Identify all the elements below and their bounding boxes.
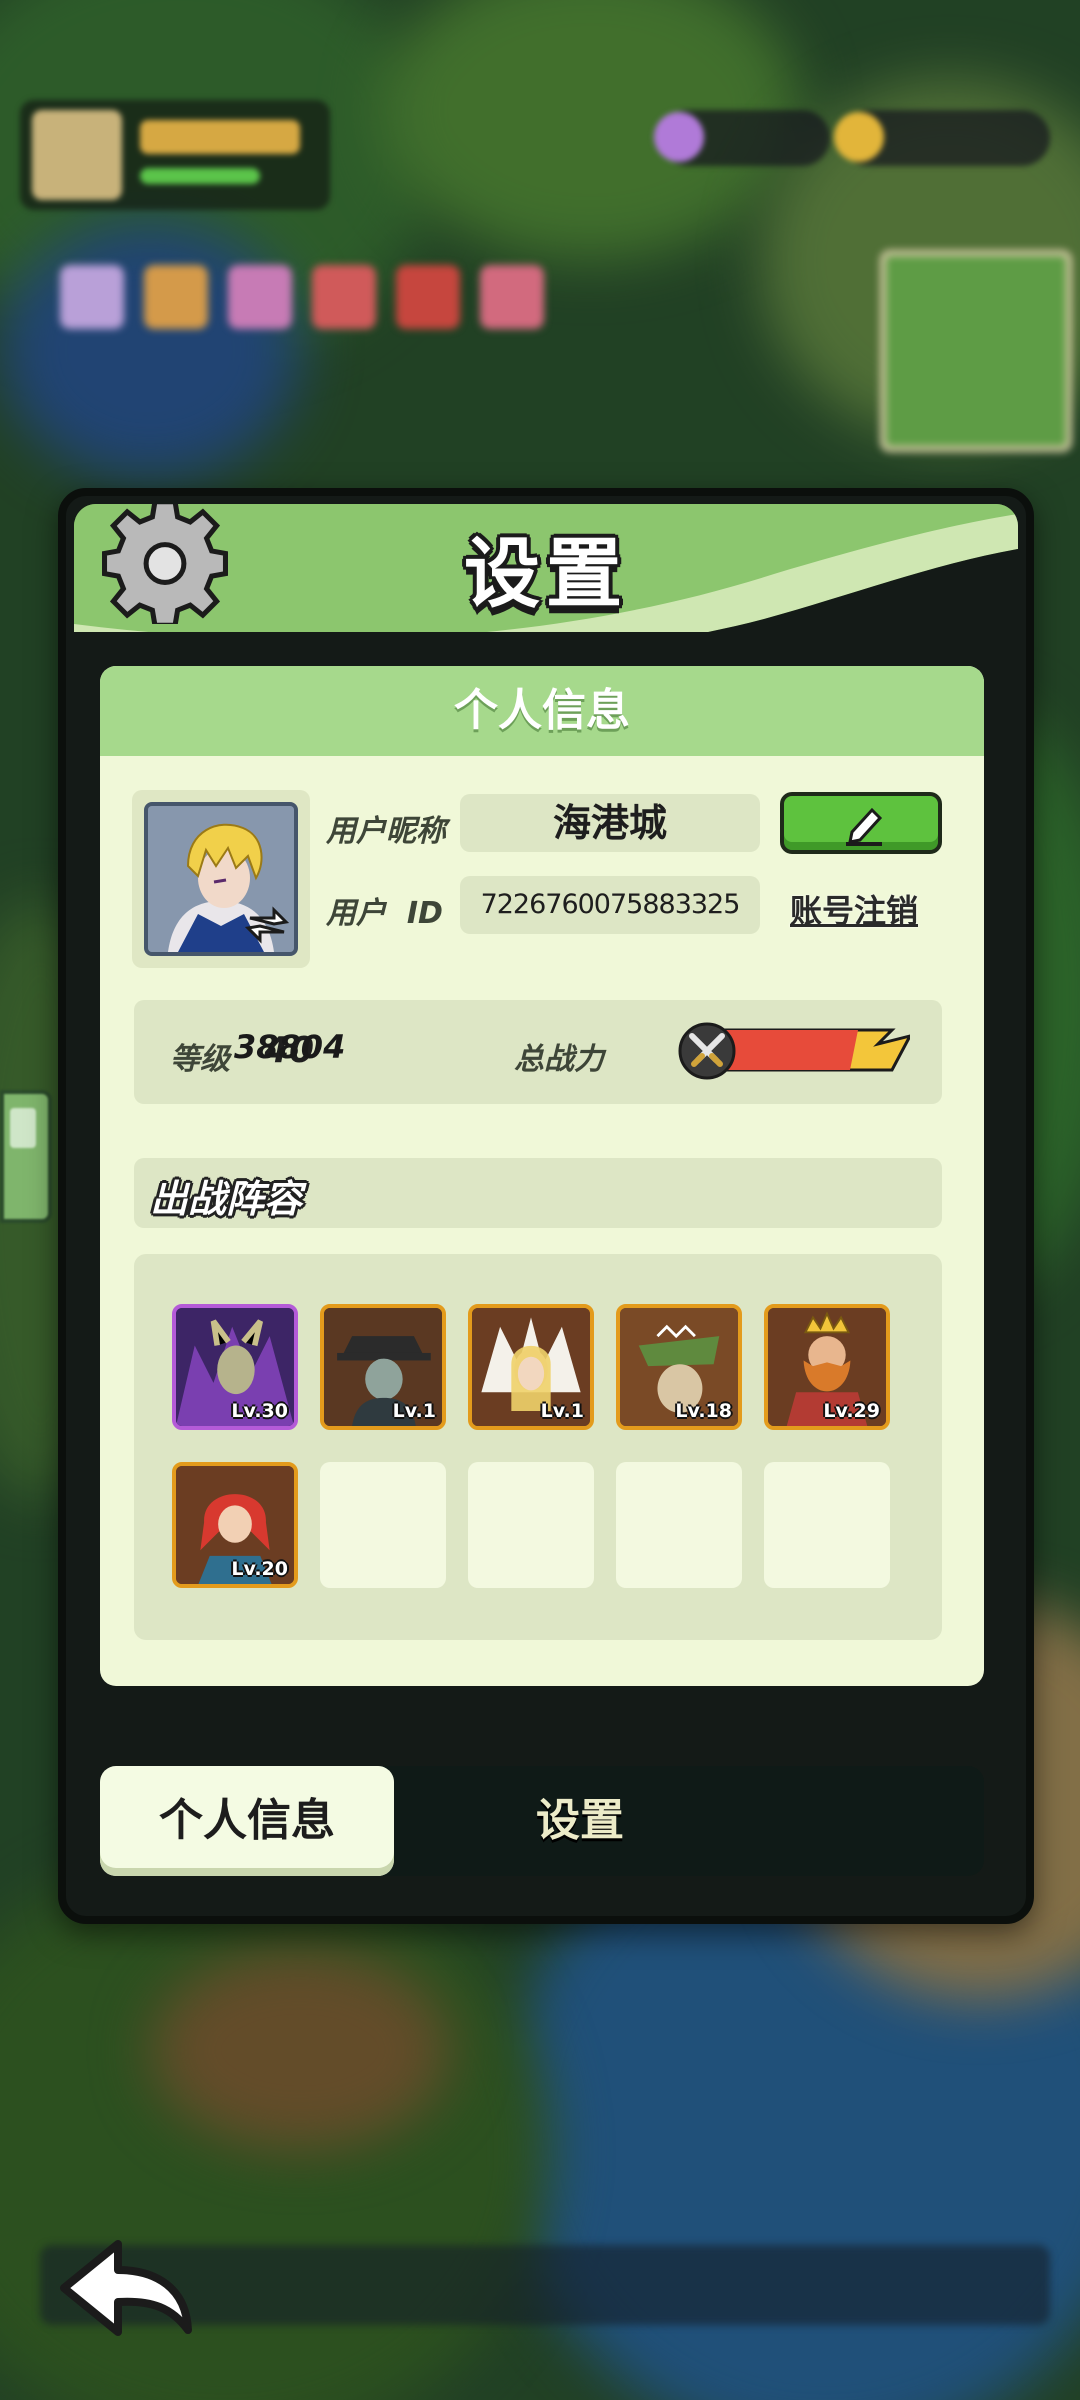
- gem-icon: [654, 112, 704, 162]
- hud-resource-gold: [834, 110, 1050, 166]
- hero-level: Lv.29: [823, 1400, 880, 1422]
- hero-level: Lv.18: [675, 1400, 732, 1422]
- hero-slot[interactable]: Lv.1: [320, 1304, 446, 1430]
- panel-title: 个人信息: [100, 666, 984, 756]
- coin-icon: [834, 112, 884, 162]
- hud-player-card: [20, 100, 330, 210]
- power-label: 总战力: [514, 1042, 604, 1077]
- hero-slot[interactable]: Lv.1: [468, 1304, 594, 1430]
- settings-dialog: 设置 个人信息 用户昵称 海港城 用户 ID 7226760075883325 …: [58, 488, 1034, 1924]
- side-tv-button: [0, 1090, 52, 1223]
- dialog-title: 设置: [464, 529, 628, 618]
- hero-slot[interactable]: Lv.29: [764, 1304, 890, 1430]
- user-id-field: 7226760075883325: [460, 876, 760, 934]
- avatar-frame[interactable]: [132, 790, 310, 968]
- swap-icon[interactable]: [244, 902, 290, 948]
- avatar[interactable]: [144, 802, 298, 956]
- hud-name-plate: [140, 120, 300, 154]
- empty-hero-slot[interactable]: [320, 1462, 446, 1588]
- hud-resource-gems: [654, 110, 830, 166]
- tab-profile[interactable]: 个人信息: [100, 1766, 394, 1876]
- lineup-title: 出战阵容: [150, 1177, 303, 1221]
- power-badge: [678, 1022, 913, 1080]
- empty-hero-slot[interactable]: [616, 1462, 742, 1588]
- hero-slot[interactable]: Lv.18: [616, 1304, 742, 1430]
- nickname-label: 用户昵称: [326, 814, 446, 849]
- profile-panel: 个人信息 用户昵称 海港城 用户 ID 7226760075883325 账号注…: [100, 666, 984, 1686]
- dialog-header: 设置: [74, 504, 1018, 632]
- hero-level: Lv.20: [231, 1558, 288, 1580]
- edit-nickname-button[interactable]: [780, 792, 942, 854]
- hero-slot[interactable]: Lv.20: [172, 1462, 298, 1588]
- tab-settings[interactable]: 设置: [480, 1766, 680, 1876]
- minimap: [880, 250, 1072, 452]
- lineup-header: 出战阵容: [134, 1158, 942, 1228]
- power-value: 38804: [234, 1028, 346, 1066]
- nickname-field: 海港城: [460, 794, 760, 852]
- cancel-account-link[interactable]: 账号注销: [790, 886, 918, 932]
- tab-bar: 个人信息 设置: [100, 1766, 984, 1876]
- hero-level: Lv.1: [392, 1400, 436, 1422]
- user-id-label: 用户 ID: [326, 896, 443, 931]
- level-label: 等级: [170, 1042, 230, 1077]
- hud-feature-icons: [60, 265, 620, 345]
- empty-hero-slot[interactable]: [764, 1462, 890, 1588]
- crossed-swords-icon: [689, 1033, 725, 1067]
- hero-slot[interactable]: Lv.30: [172, 1304, 298, 1430]
- hud-exp-bar: [140, 168, 260, 184]
- stats-row: 等级 40 总战力 38804: [134, 1000, 942, 1104]
- lineup-grid: Lv.30 Lv.1 Lv.1 Lv.18 Lv.29 Lv.20: [134, 1254, 942, 1640]
- hud-avatar: [32, 110, 122, 200]
- hero-level: Lv.30: [231, 1400, 288, 1422]
- pencil-icon: [846, 807, 883, 846]
- back-arrow-icon[interactable]: [56, 2230, 196, 2340]
- empty-hero-slot[interactable]: [468, 1462, 594, 1588]
- hero-level: Lv.1: [540, 1400, 584, 1422]
